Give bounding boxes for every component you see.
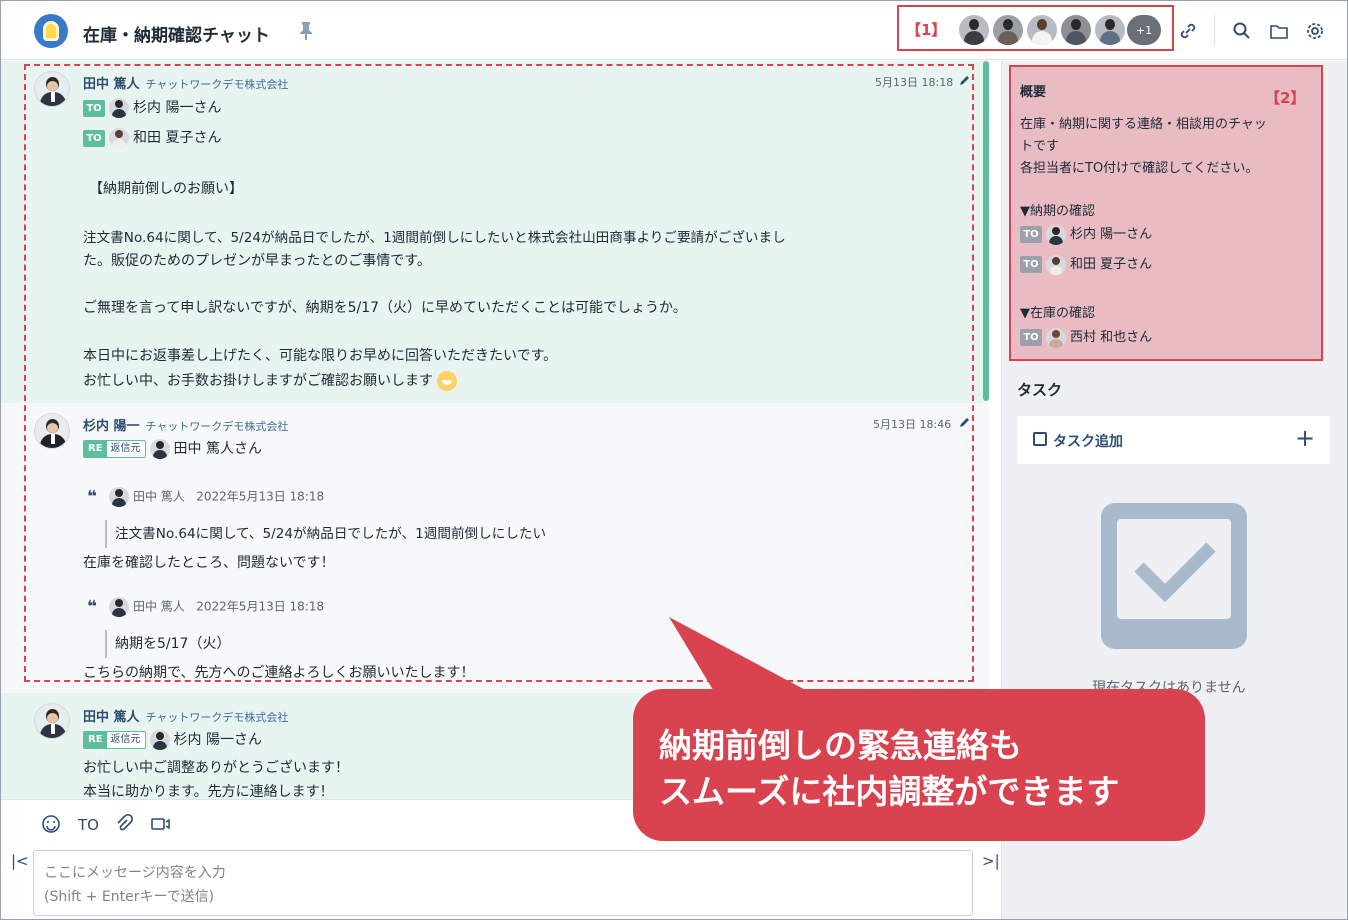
to-badge: TO: [83, 99, 105, 117]
recipient-avatar: [1046, 224, 1066, 245]
gear-icon[interactable]: [1305, 21, 1325, 41]
to-recipient: TO 和田 夏子さん: [83, 127, 221, 148]
message-item[interactable]: 田中 篤人 チャットワークデモ株式会社 5月13日 18:18 TO 杉内 陽一さん…: [1, 61, 983, 403]
reply-badge[interactable]: RE 返信元: [83, 731, 146, 749]
recipient-avatar: [1046, 327, 1066, 348]
reply-avatar: [149, 439, 170, 459]
quote-avatar: [108, 597, 129, 617]
member-avatar[interactable]: [1061, 15, 1091, 45]
emoji-icon: [437, 371, 458, 391]
message-body-line: 本日中にお返事差し上げたく、可能な限りお早めに回答いただきたいです。: [83, 348, 558, 364]
summary-text: 各担当者にTO付けで確認してください。: [1020, 161, 1259, 176]
avatar[interactable]: [34, 703, 70, 739]
callout-text: 納期前倒しの緊急連絡も スムーズに社内調整ができます: [659, 726, 1120, 811]
chat-app: 在庫・納期確認チャット 【1】 +1 田中 篤人 チャットワークデモ株式会社 5月…: [0, 0, 1348, 920]
message-body-line: 注文書No.64に関して、5/24が納品日でしたが、1週間前倒しにしたいと株式会…: [83, 230, 786, 246]
reply-avatar: [149, 730, 170, 750]
summary-section-heading: ▼在庫の確認: [1020, 306, 1095, 321]
link-icon[interactable]: [1178, 21, 1198, 41]
summary-text: トです: [1020, 139, 1060, 154]
summary-to: TO 杉内 陽一さん: [1020, 223, 1152, 245]
avatar[interactable]: [34, 413, 70, 449]
summary-text: 在庫・納期に関する連絡・相談用のチャッ: [1020, 117, 1267, 132]
checkbox-icon: [1033, 432, 1047, 446]
reply-reference[interactable]: RE 返信元 杉内 陽一さん: [83, 729, 262, 750]
message-sender[interactable]: 田中 篤人 チャットワークデモ株式会社: [83, 706, 288, 725]
pin-icon[interactable]: [299, 21, 313, 41]
lightbulb-icon: [43, 21, 59, 41]
summary-to: TO 西村 和也さん: [1020, 326, 1152, 348]
folder-icon[interactable]: [1269, 21, 1289, 41]
video-call-icon[interactable]: [150, 814, 172, 834]
empty-task-icon: [1101, 503, 1247, 649]
attachment-icon[interactable]: [114, 814, 134, 834]
to-badge: TO: [1020, 329, 1042, 346]
to-recipient: TO 杉内 陽一さん: [83, 97, 221, 118]
message-item[interactable]: 杉内 陽一 チャットワークデモ株式会社 5月13日 18:46 RE 返信元 田中 篤…: [1, 403, 983, 693]
message-timestamp[interactable]: 5月13日 18:46: [873, 416, 951, 432]
sender-company: チャットワークデモ株式会社: [145, 78, 289, 91]
room-header: 在庫・納期確認チャット 【1】 +1: [1, 1, 1347, 60]
to-badge: TO: [1020, 226, 1042, 243]
message-body-line: 本当に助かります。先方に連絡します！: [83, 784, 334, 799]
message-body-line: ご無理を言って申し訳ないですが、納期を5/17（火）に早めていただくことは可能で…: [83, 300, 687, 316]
timeline-scrollbar[interactable]: [983, 61, 989, 401]
task-section-title: タスク: [1017, 381, 1063, 399]
sender-company: チャットワークデモ株式会社: [145, 711, 289, 724]
room-icon[interactable]: [34, 14, 68, 48]
quote-icon: ❝: [87, 487, 97, 507]
recipient-avatar: [109, 128, 129, 148]
recipient-avatar: [1046, 254, 1066, 275]
quote-avatar: [108, 487, 129, 507]
member-avatar[interactable]: [1095, 15, 1125, 45]
add-task-button[interactable]: タスク追加 +: [1017, 416, 1330, 464]
recipient-avatar: [109, 98, 129, 118]
reply-badge[interactable]: RE 返信元: [83, 440, 146, 458]
message-body-line: た。販促のためのプレゼンが早まったとのご事情です。: [83, 253, 431, 269]
search-icon[interactable]: [1232, 21, 1252, 41]
room-summary: 概要 【2】 在庫・納期に関する連絡・相談用のチャッ トです 各担当者にTO付け…: [1009, 65, 1323, 361]
sender-company: チャットワークデモ株式会社: [145, 420, 289, 433]
annotation-label-1: 【1】: [906, 21, 947, 39]
message-body-line: お忙しい中ご調整ありがとうございます！: [83, 760, 349, 776]
to-badge: TO: [1020, 256, 1042, 273]
message-sender[interactable]: 田中 篤人 チャットワークデモ株式会社: [83, 73, 288, 92]
to-button[interactable]: TO: [78, 816, 99, 834]
header-divider: [1214, 15, 1215, 47]
room-title: 在庫・納期確認チャット: [83, 26, 270, 46]
member-more-count[interactable]: +1: [1127, 15, 1161, 45]
emoji-picker-icon[interactable]: [41, 814, 61, 834]
summary-to: TO 和田 夏子さん: [1020, 253, 1152, 275]
message-body-line: 【納期前倒しのお願い】: [89, 181, 243, 197]
quote-icon: ❝: [87, 597, 97, 617]
reply-reference[interactable]: RE 返信元 田中 篤人さん: [83, 438, 262, 459]
quote-text: 注文書No.64に関して、5/24が納品日でしたが、1週間前倒しにしたい: [105, 520, 546, 548]
plus-icon[interactable]: +: [1295, 424, 1315, 452]
summary-title: 概要: [1020, 85, 1047, 100]
member-avatar[interactable]: [993, 15, 1023, 45]
add-task-label: タスク追加: [1053, 434, 1123, 450]
quote-text: 納期を5/17（火）: [105, 630, 230, 658]
member-avatar[interactable]: [959, 15, 989, 45]
annotation-label-2: 【2】: [1265, 89, 1306, 107]
summary-section-heading: ▼納期の確認: [1020, 204, 1095, 219]
edit-icon[interactable]: [959, 74, 971, 86]
callout-banner: 納期前倒しの緊急連絡も スムーズに社内調整ができます: [633, 689, 1205, 841]
collapse-left-icon[interactable]: |<: [11, 852, 29, 870]
message-timestamp[interactable]: 5月13日 18:18: [875, 74, 953, 90]
member-avatar[interactable]: [1027, 15, 1057, 45]
message-body-line: こちらの納期で、先方へのご連絡よろしくお願いいたします！: [83, 665, 475, 681]
message-sender[interactable]: 杉内 陽一 チャットワークデモ株式会社: [83, 415, 288, 434]
quote-header: ❝ 田中 篤人 2022年5月13日 18:18: [87, 597, 324, 617]
message-body-line: 在庫を確認したところ、問題ないです！: [83, 555, 335, 571]
to-badge: TO: [83, 129, 105, 147]
message-body-line: お忙しい中、お手数お掛けしますがご確認お願いします: [83, 370, 458, 391]
edit-icon[interactable]: [959, 416, 971, 428]
message-input[interactable]: ここにメッセージ内容を入力 (Shift + Enterキーで送信): [33, 850, 973, 916]
quote-header: ❝ 田中 篤人 2022年5月13日 18:18: [87, 487, 324, 507]
avatar[interactable]: [34, 71, 70, 107]
member-list[interactable]: 【1】 +1: [897, 5, 1174, 51]
collapse-right-icon[interactable]: >|: [982, 852, 1000, 870]
